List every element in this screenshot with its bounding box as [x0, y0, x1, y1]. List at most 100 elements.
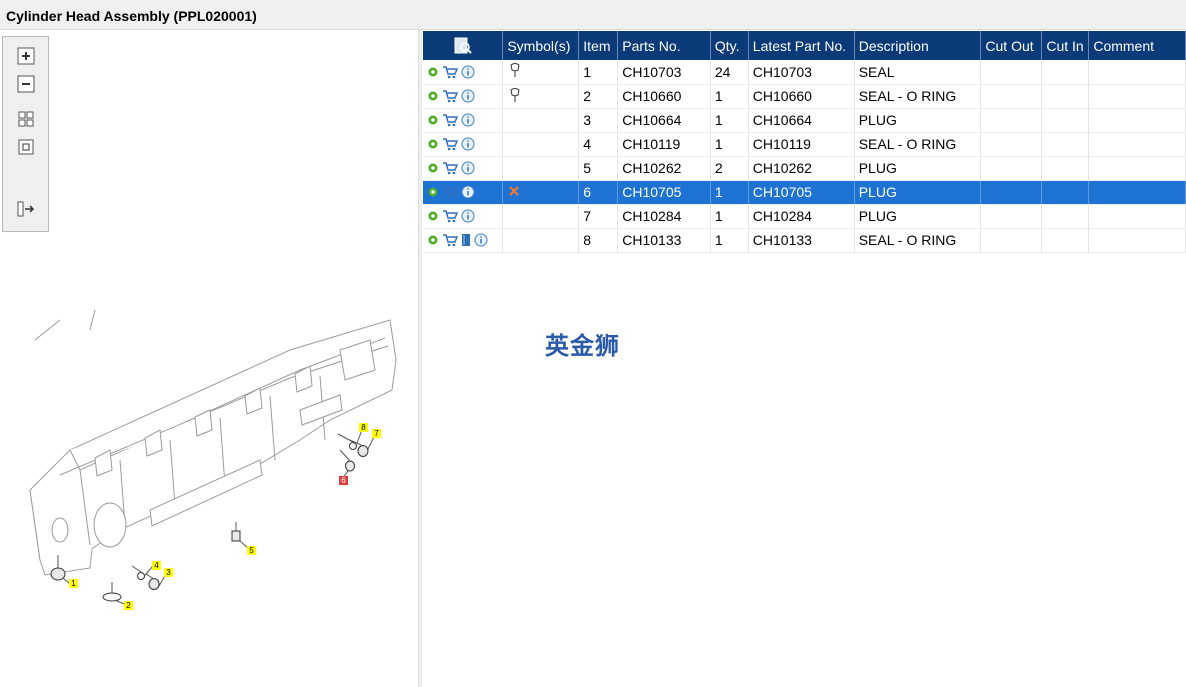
parts-list-pane: Symbol(s) Item Parts No. Qty. Latest Par… [422, 30, 1186, 687]
row-actions-cell [423, 84, 504, 109]
info-icon[interactable] [461, 185, 475, 199]
fit-window-icon[interactable] [16, 137, 36, 157]
gear-icon[interactable] [427, 234, 439, 246]
title-bar: Cylinder Head Assembly (PPL020001) [0, 0, 1186, 30]
description-cell: PLUG [854, 108, 982, 133]
parts-no-cell: CH10660 [617, 84, 711, 109]
item-cell: 4 [578, 132, 619, 157]
info-icon[interactable] [461, 113, 475, 127]
gear-icon[interactable] [427, 66, 439, 78]
cut-in-cell [1041, 228, 1090, 253]
qty-cell: 1 [710, 204, 749, 229]
column-header-find[interactable] [423, 31, 504, 60]
comment-cell [1088, 108, 1186, 133]
cut-in-cell [1041, 156, 1090, 181]
cart-icon[interactable] [442, 89, 458, 103]
gear-icon[interactable] [427, 138, 439, 150]
symbols-cell [502, 204, 580, 229]
parts-no-cell: CH10133 [617, 228, 711, 253]
comment-cell [1088, 180, 1186, 205]
qty-cell: 1 [710, 108, 749, 133]
comment-cell [1088, 60, 1186, 85]
latest-part-no-cell: CH10262 [748, 156, 855, 181]
gear-icon[interactable] [427, 186, 439, 198]
zoom-in-icon[interactable] [16, 46, 36, 66]
callout-8[interactable]: 8 [359, 423, 368, 432]
cart-icon[interactable] [442, 209, 458, 223]
parts-no-cell: CH10262 [617, 156, 711, 181]
cart-icon[interactable] [442, 137, 458, 151]
table-row[interactable]: 8 CH10133 1 CH10133 SEAL - O RING [423, 228, 1186, 253]
info-icon[interactable] [461, 209, 475, 223]
qty-cell: 1 [710, 180, 749, 205]
column-header-description[interactable]: Description [854, 31, 982, 60]
table-row[interactable]: 6 CH10705 1 CH10705 PLUG [423, 180, 1186, 205]
cut-in-cell [1041, 180, 1090, 205]
table-row[interactable]: 5 CH10262 2 CH10262 PLUG [423, 156, 1186, 181]
latest-part-no-cell: CH10660 [748, 84, 855, 109]
callout-7[interactable]: 7 [372, 429, 381, 438]
table-row[interactable]: 1 CH10703 24 CH10703 SEAL [423, 60, 1186, 85]
column-header-item[interactable]: Item [578, 31, 619, 60]
pin-icon [510, 87, 520, 102]
table-row[interactable]: 4 CH10119 1 CH10119 SEAL - O RING [423, 132, 1186, 157]
callout-4[interactable]: 4 [152, 561, 161, 570]
symbols-cell [502, 180, 580, 205]
callout-3[interactable]: 3 [164, 568, 173, 577]
info-icon[interactable] [461, 137, 475, 151]
column-header-comment[interactable]: Comment [1088, 31, 1186, 60]
column-header-latest-part-no[interactable]: Latest Part No. [748, 31, 855, 60]
info-icon[interactable] [461, 65, 475, 79]
cut-out-cell [980, 132, 1043, 157]
table-row[interactable]: 7 CH10284 1 CH10284 PLUG [423, 204, 1186, 229]
gear-icon[interactable] [427, 162, 439, 174]
column-header-cut-in[interactable]: Cut In [1041, 31, 1090, 60]
qty-cell: 2 [710, 156, 749, 181]
find-in-page-icon[interactable] [453, 37, 473, 55]
description-cell: PLUG [854, 156, 982, 181]
row-actions-cell [423, 180, 504, 205]
callout-2[interactable]: 2 [124, 601, 133, 610]
callout-5[interactable]: 5 [247, 546, 256, 555]
comment-cell [1088, 156, 1186, 181]
cart-icon[interactable] [442, 161, 458, 175]
comment-cell [1088, 204, 1186, 229]
symbols-cell [502, 132, 580, 157]
info-icon[interactable] [474, 233, 488, 247]
gear-icon[interactable] [427, 90, 439, 102]
symbols-cell [502, 156, 580, 181]
comment-cell [1088, 228, 1186, 253]
column-header-cut-out[interactable]: Cut Out [980, 31, 1043, 60]
info-icon[interactable] [461, 161, 475, 175]
gear-icon[interactable] [427, 210, 439, 222]
column-header-qty[interactable]: Qty. [710, 31, 749, 60]
table-header-row: Symbol(s) Item Parts No. Qty. Latest Par… [423, 31, 1186, 60]
item-cell: 6 [578, 180, 619, 205]
zoom-out-icon[interactable] [16, 74, 36, 94]
book-icon[interactable] [461, 233, 471, 247]
row-actions-cell [423, 132, 504, 157]
info-icon[interactable] [461, 89, 475, 103]
parts-no-cell: CH10705 [617, 180, 711, 205]
row-actions-cell [423, 156, 504, 181]
gear-icon[interactable] [427, 114, 439, 126]
table-row[interactable]: 2 CH10660 1 CH10660 SEAL - O RING [423, 84, 1186, 109]
cart-icon[interactable] [442, 113, 458, 127]
parts-table: Symbol(s) Item Parts No. Qty. Latest Par… [423, 31, 1186, 253]
item-cell: 1 [578, 60, 619, 85]
callout-1[interactable]: 1 [69, 579, 78, 588]
row-actions-cell [423, 108, 504, 133]
symbols-cell [502, 60, 580, 85]
fit-all-icon[interactable] [16, 109, 36, 129]
column-header-symbols[interactable]: Symbol(s) [502, 31, 580, 60]
export-icon[interactable] [16, 199, 36, 219]
latest-part-no-cell: CH10133 [748, 228, 855, 253]
table-row[interactable]: 3 CH10664 1 CH10664 PLUG [423, 108, 1186, 133]
cart-icon[interactable] [442, 233, 458, 247]
column-header-parts-no[interactable]: Parts No. [617, 31, 711, 60]
cart-icon[interactable] [442, 65, 458, 79]
illustration-pane[interactable]: 1 2 3 4 5 6 7 8 [0, 30, 419, 687]
callout-6[interactable]: 6 [339, 476, 348, 485]
cart-icon[interactable] [442, 185, 458, 199]
item-cell: 7 [578, 204, 619, 229]
